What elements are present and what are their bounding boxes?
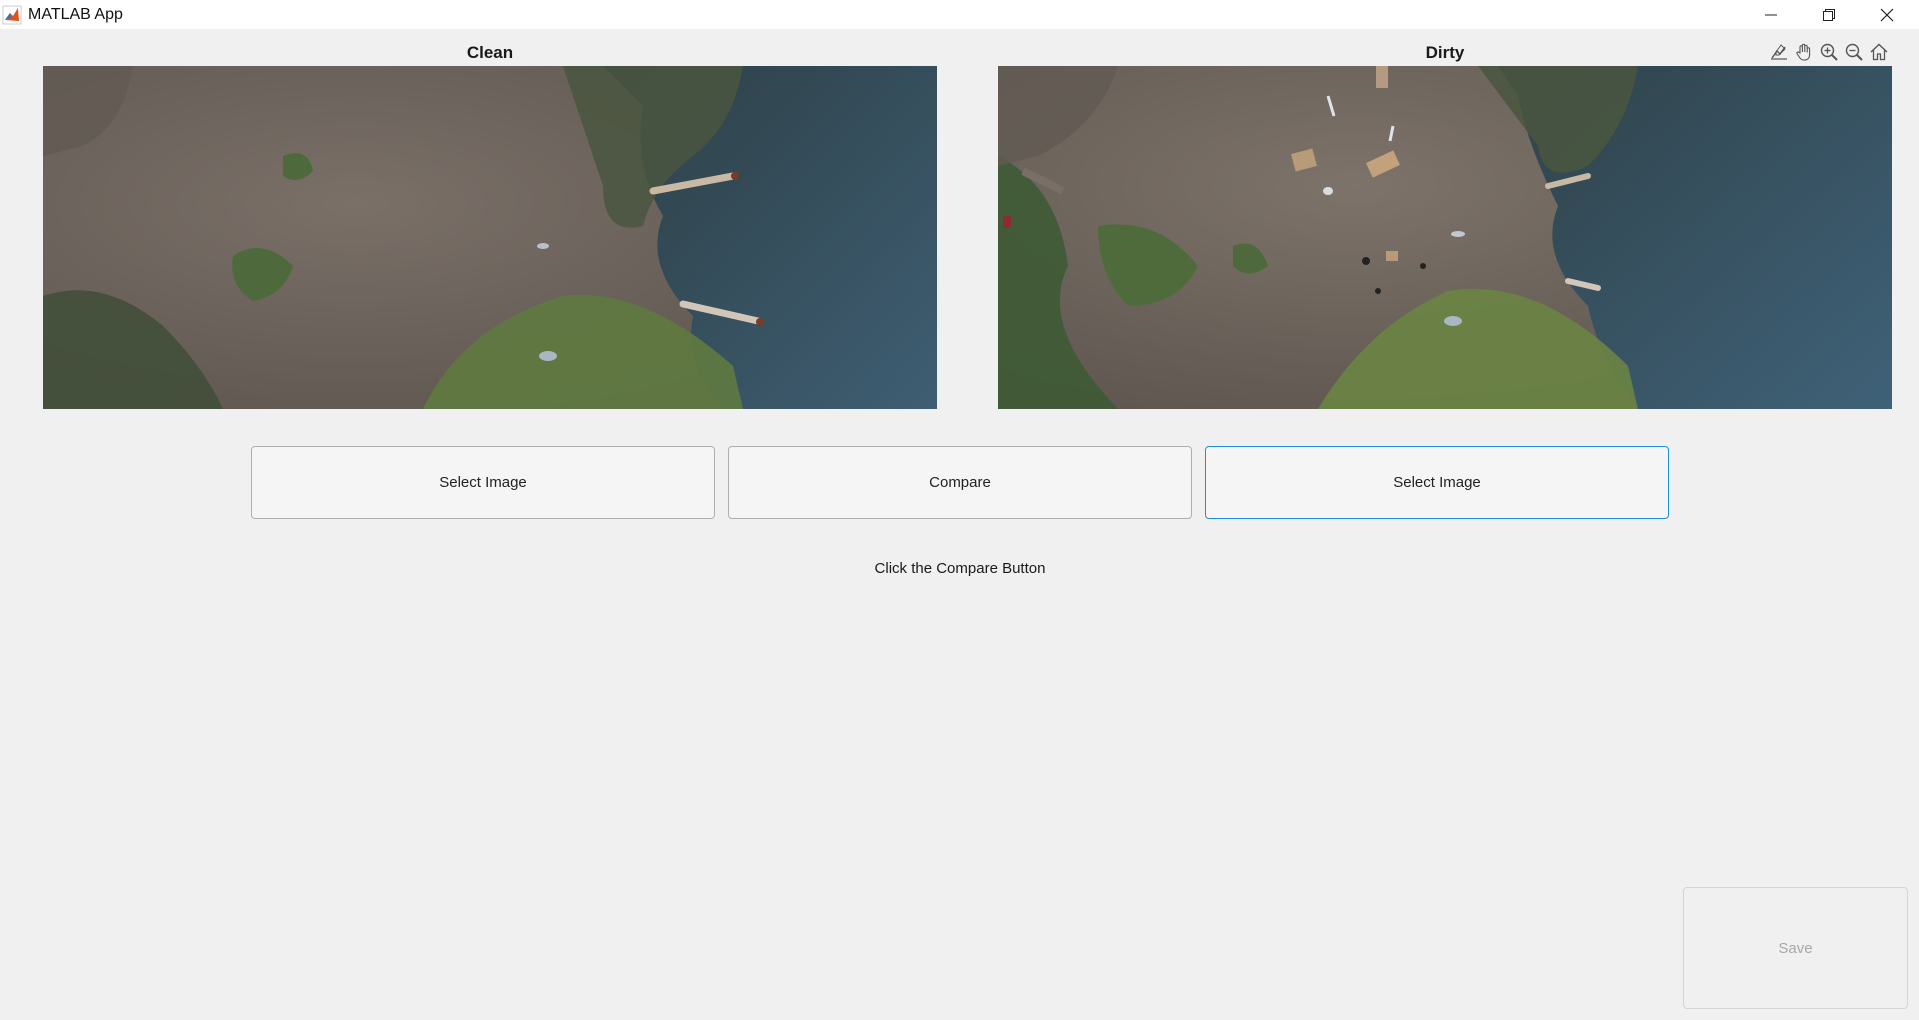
restore-button[interactable]	[1800, 0, 1858, 29]
dirty-axes-title: Dirty	[1425, 43, 1465, 62]
minimize-icon	[1765, 14, 1777, 15]
clean-image[interactable]	[43, 66, 937, 409]
clean-axes-title: Clean	[466, 43, 514, 62]
matlab-logo-icon	[2, 5, 22, 25]
minimize-button[interactable]	[1742, 0, 1800, 29]
close-icon	[1880, 8, 1894, 21]
window-title: MATLAB App	[28, 6, 123, 23]
status-message: Click the Compare Button	[874, 560, 1046, 577]
restore-icon	[1823, 8, 1835, 21]
save-button[interactable]: Save	[1683, 887, 1908, 1009]
select-clean-image-button[interactable]: Select Image	[251, 446, 715, 519]
select-dirty-image-button[interactable]: Select Image	[1205, 446, 1669, 519]
dirty-image[interactable]	[998, 66, 1892, 409]
compare-button[interactable]: Compare	[728, 446, 1192, 519]
close-button[interactable]	[1858, 0, 1916, 29]
title-bar: MATLAB App	[0, 0, 1919, 29]
